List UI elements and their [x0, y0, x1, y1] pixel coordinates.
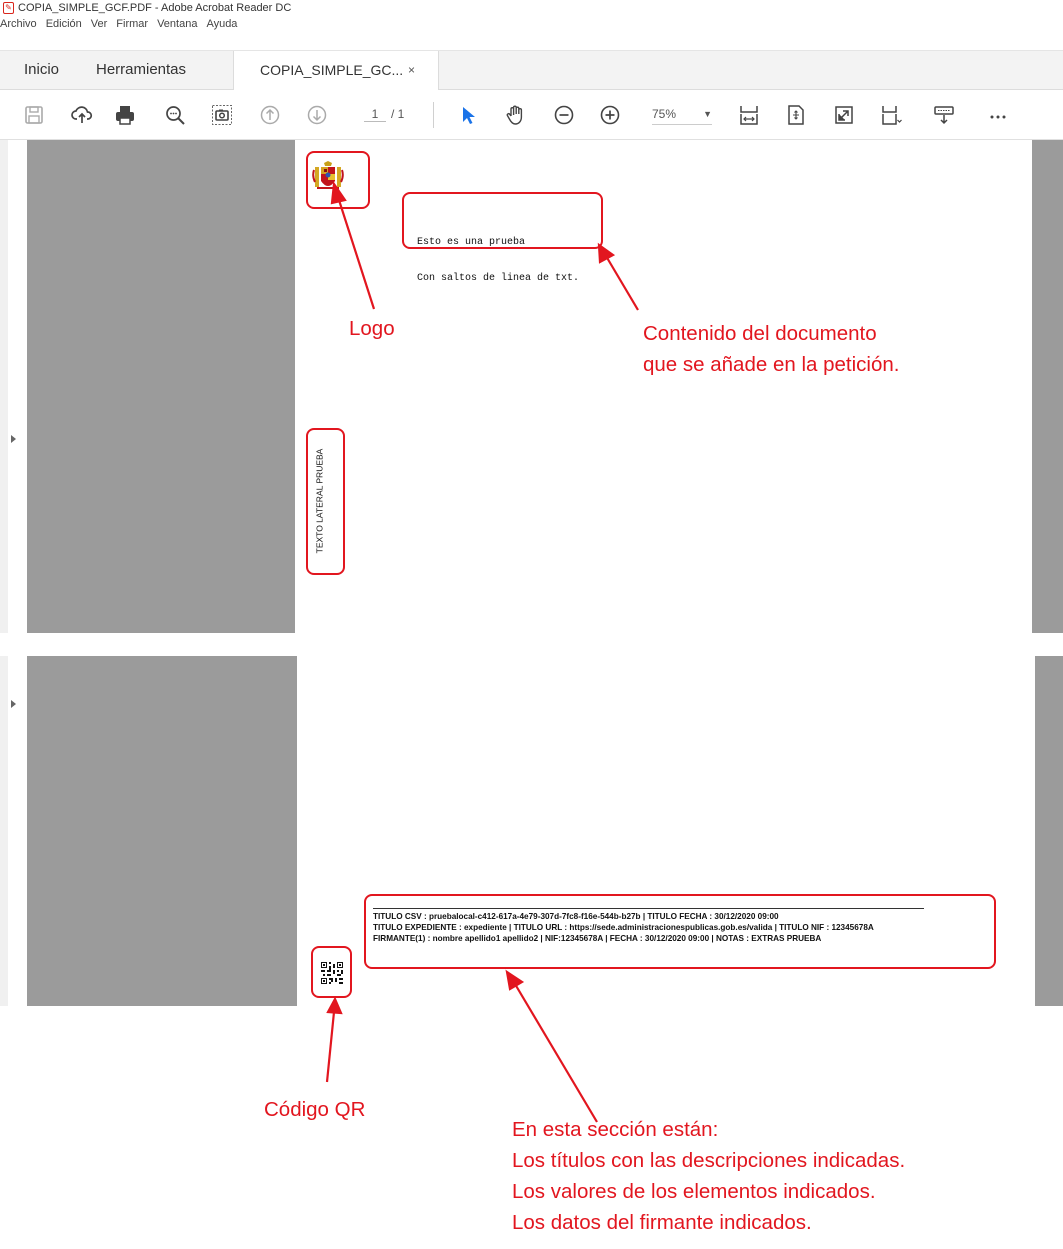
annotation-section: En esta sección están: Los títulos con l…: [512, 1114, 905, 1238]
annotation-content: Contenido del documento que se añade en …: [643, 318, 899, 380]
annotation-section-line-1: En esta sección están:: [512, 1118, 719, 1141]
annotation-logo: Logo: [349, 317, 395, 340]
annotation-content-line-1: Contenido del documento: [643, 322, 877, 345]
annotation-section-line-3: Los valores de los elementos indicados.: [512, 1180, 876, 1203]
annotation-arrows: [325, 180, 639, 1123]
content-arrowhead: [597, 242, 616, 264]
annotation-section-line-4: Los datos del firmante indicados.: [512, 1211, 812, 1234]
content-arrow: [605, 255, 639, 311]
section-arrow: [514, 983, 598, 1123]
qr-arrow: [325, 1011, 336, 1083]
annotation-qr: Código QR: [264, 1098, 366, 1121]
annotation-section-line-2: Los títulos con las descripciones indica…: [512, 1149, 906, 1172]
annotation-content-line-2: que se añade en la petición.: [643, 353, 900, 376]
logo-arrowhead: [330, 180, 347, 205]
logo-arrow: [336, 196, 376, 310]
qr-arrowhead: [326, 996, 343, 1015]
section-arrowhead: [505, 969, 525, 991]
